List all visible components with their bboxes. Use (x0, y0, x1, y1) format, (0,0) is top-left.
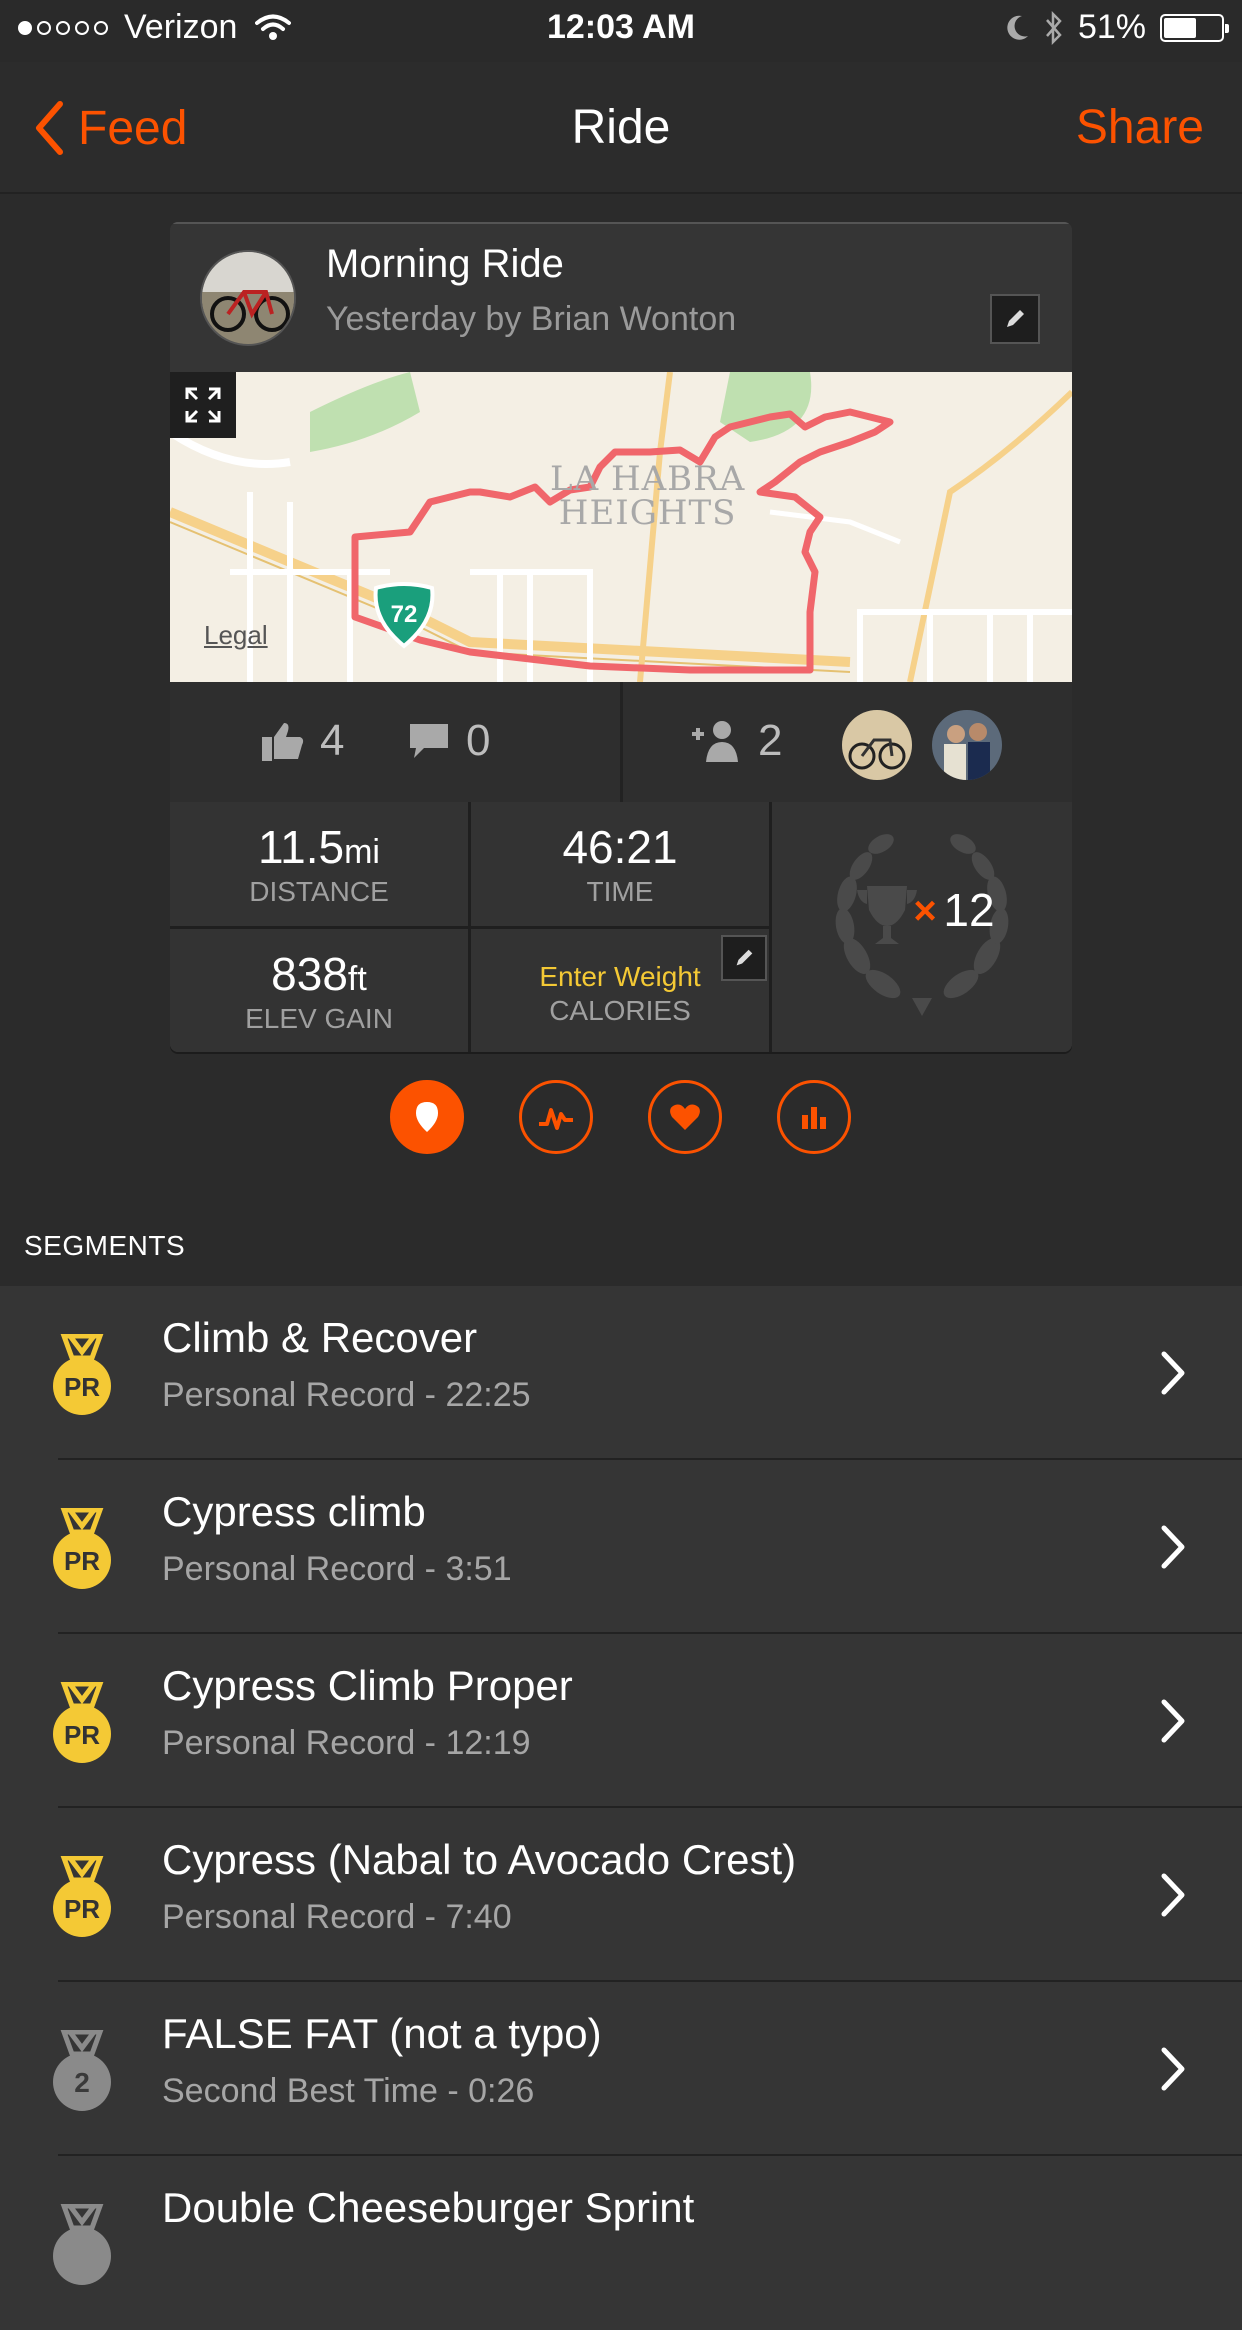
silver-medal-icon: 2 (53, 2030, 111, 2111)
bronze-medal-icon (53, 2204, 111, 2285)
pr-medal-icon: PR (53, 1682, 111, 1763)
athlete-avatar[interactable] (842, 710, 912, 780)
pr-medal-icon: PR (53, 1334, 111, 1415)
status-bar: Verizon 12:03 AM 51% (0, 0, 1242, 62)
segment-detail: Personal Record - 7:40 (162, 1898, 512, 1936)
route-map[interactable]: La Habra Heights 72 Legal (170, 372, 1072, 682)
bluetooth-icon (1045, 10, 1062, 45)
divider (170, 926, 770, 929)
navigation-bar: Feed Ride Share (0, 62, 1242, 194)
activity-subtitle: Yesterday by Brian Wonton (326, 300, 737, 338)
page-title: Ride (571, 101, 671, 154)
segment-detail: Personal Record - 3:51 (162, 1550, 512, 1588)
kudos-count: 4 (320, 716, 345, 765)
list-item[interactable]: PR Cypress (Nabal to Avocado Crest) Pers… (0, 1808, 1242, 1982)
athletes-count: 2 (758, 716, 783, 765)
chevron-right-icon (1161, 1525, 1185, 1569)
svg-text:2: 2 (74, 2067, 90, 2098)
svg-text:PR: PR (64, 1720, 100, 1750)
list-item[interactable]: PR Cypress Climb Proper Personal Record … (0, 1634, 1242, 1808)
segments-list: PR Climb & Recover Personal Record - 22:… (0, 1286, 1242, 2330)
tab-map[interactable] (390, 1080, 464, 1154)
pencil-icon (736, 949, 753, 966)
pr-medal-icon: PR (53, 1508, 111, 1589)
distance-stat: 11.5mi DISTANCE (170, 802, 468, 926)
tab-charts[interactable] (777, 1080, 851, 1154)
map-legal-link[interactable]: Legal (204, 620, 268, 651)
add-athlete-icon (692, 721, 738, 762)
social-bar: 4 0 2 (170, 682, 1072, 804)
segment-detail: Second Best Time - 0:26 (162, 2072, 535, 2110)
segment-name: Double Cheeseburger Sprint (162, 2184, 695, 2231)
chevron-right-icon (1161, 1699, 1185, 1743)
pr-medal-icon: PR (53, 1856, 111, 1937)
segment-name: Cypress (Nabal to Avocado Crest) (162, 1836, 797, 1883)
time-stat: 46:21 TIME (471, 802, 769, 926)
athletes-button[interactable]: 2 (690, 716, 782, 766)
athlete-avatar[interactable] (932, 710, 1002, 780)
chevron-right-icon (1161, 1873, 1185, 1917)
segments-header: SEGMENTS (24, 1230, 186, 1261)
bar-chart-icon (802, 1107, 826, 1129)
svg-text:PR: PR (64, 1546, 100, 1576)
divider (620, 682, 623, 802)
comments-count: 0 (466, 716, 491, 765)
battery-percent: 51% (1077, 8, 1146, 46)
segment-name: Climb & Recover (162, 1314, 478, 1361)
tab-heart-rate[interactable] (648, 1080, 722, 1154)
list-item[interactable]: Double Cheeseburger Sprint (0, 2156, 1242, 2330)
calories-stat[interactable]: Enter Weight CALORIES (471, 929, 769, 1052)
status-right: 51% (1004, 8, 1229, 47)
svg-text:PR: PR (64, 1894, 100, 1924)
list-item[interactable]: 2 FALSE FAT (not a typo) Second Best Tim… (0, 1982, 1242, 2156)
svg-text:72: 72 (391, 601, 418, 628)
segment-name: Cypress climb (162, 1488, 426, 1535)
edit-weight-button[interactable] (721, 935, 767, 981)
svg-text:PR: PR (64, 1372, 100, 1402)
segment-name: Cypress Climb Proper (162, 1662, 573, 1709)
segment-detail: Personal Record - 22:25 (162, 1376, 531, 1414)
laurel-trophy-icon: × 12 (835, 834, 1009, 1016)
pencil-icon (1007, 310, 1024, 327)
moon-icon (1007, 15, 1028, 40)
comments-button[interactable]: 0 (406, 716, 490, 766)
chevron-right-icon (1161, 2047, 1185, 2091)
tab-analysis[interactable] (519, 1080, 593, 1154)
share-button[interactable]: Share (1076, 100, 1204, 155)
activity-graph-icon (539, 1108, 573, 1130)
comment-icon (410, 724, 448, 758)
activity-card: Morning Ride Yesterday by Brian Wonton L… (170, 222, 1072, 1052)
heart-icon (670, 1104, 700, 1130)
activity-tabs (0, 1080, 1242, 1156)
segment-detail: Personal Record - 12:19 (162, 1724, 531, 1762)
segment-name: FALSE FAT (not a typo) (162, 2010, 602, 2057)
activity-title: Morning Ride (326, 242, 564, 286)
map-pin-icon (416, 1102, 438, 1132)
chevron-right-icon (1161, 1351, 1185, 1395)
map-place-label: La Habra Heights (550, 459, 746, 533)
stats-grid: 11.5mi DISTANCE 46:21 TIME 838ft ELEV GA… (170, 802, 1072, 1052)
edit-activity-button[interactable] (990, 294, 1040, 344)
activity-header: Morning Ride Yesterday by Brian Wonton (170, 222, 1072, 372)
thumbs-up-icon (262, 723, 304, 761)
elevation-stat: 838ft ELEV GAIN (170, 929, 468, 1052)
kudos-button[interactable]: 4 (260, 716, 344, 766)
expand-icon (185, 387, 221, 423)
list-item[interactable]: PR Cypress climb Personal Record - 3:51 (0, 1460, 1242, 1634)
battery-icon (1160, 13, 1229, 42)
avatar[interactable] (200, 250, 296, 346)
expand-map-button[interactable] (170, 372, 236, 438)
svg-text:12: 12 (943, 884, 994, 936)
route-shield-icon: 72 (373, 582, 435, 649)
achievements-stat[interactable]: × 12 (772, 802, 1072, 1052)
svg-text:×: × (913, 889, 936, 933)
list-item[interactable]: PR Climb & Recover Personal Record - 22:… (0, 1286, 1242, 1460)
